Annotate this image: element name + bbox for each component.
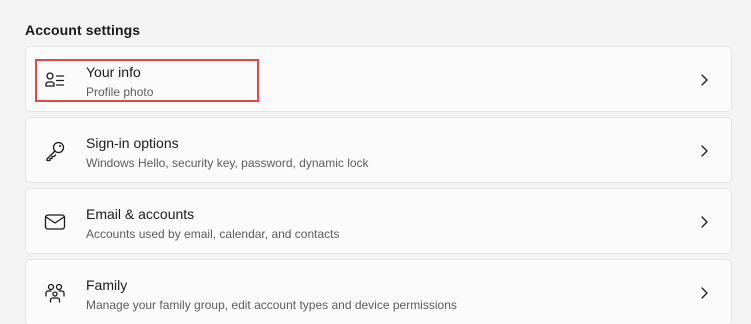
settings-item-description: Profile photo: [86, 85, 154, 99]
settings-item-description: Windows Hello, security key, password, d…: [86, 156, 369, 170]
chevron-right-icon: [699, 215, 709, 229]
settings-item-title: Family: [86, 277, 128, 293]
key-icon: [44, 140, 66, 162]
mail-icon: [44, 211, 66, 233]
family-icon: [44, 282, 66, 304]
your-info-icon: [44, 69, 66, 91]
settings-item-sign-in-options[interactable]: Sign-in options Windows Hello, security …: [25, 117, 732, 183]
settings-item-description: Manage your family group, edit account t…: [86, 298, 457, 312]
chevron-right-icon: [699, 73, 709, 87]
section-title: Account settings: [25, 22, 141, 38]
chevron-right-icon: [699, 144, 709, 158]
settings-item-title: Sign-in options: [86, 135, 179, 151]
settings-item-email-accounts[interactable]: Email & accounts Accounts used by email,…: [25, 188, 732, 254]
chevron-right-icon: [699, 286, 709, 300]
account-settings-page: Account settings Your info Profile photo: [0, 0, 751, 324]
settings-item-family[interactable]: Family Manage your family group, edit ac…: [25, 259, 732, 324]
settings-item-description: Accounts used by email, calendar, and co…: [86, 227, 340, 241]
settings-item-title: Email & accounts: [86, 206, 195, 222]
settings-item-your-info[interactable]: Your info Profile photo: [25, 46, 732, 112]
settings-item-title: Your info: [86, 64, 141, 80]
